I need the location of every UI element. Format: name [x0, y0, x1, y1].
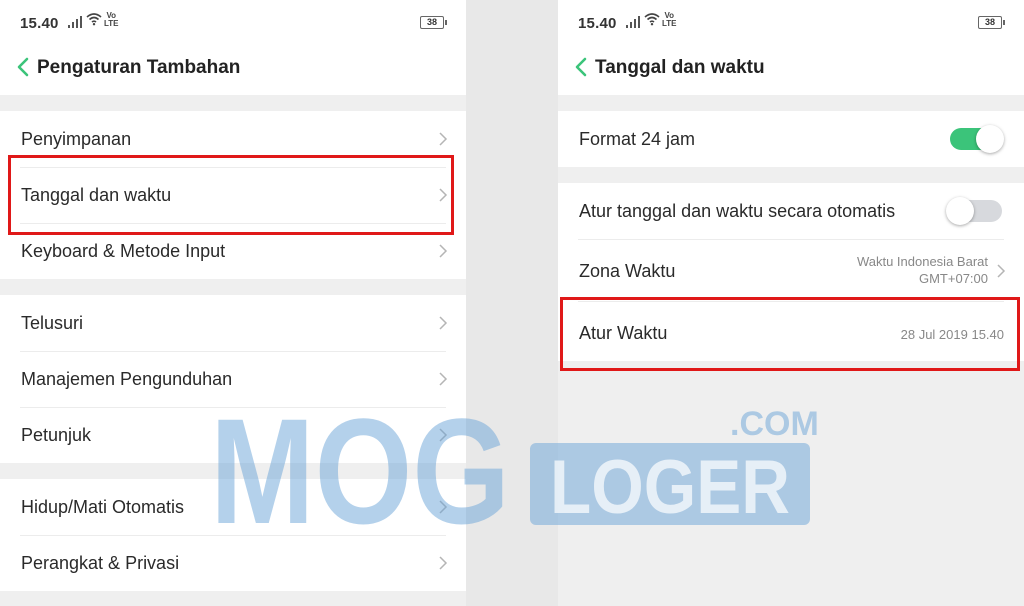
settings-group-3: Hidup/Mati Otomatis Perangkat & Privasi — [0, 479, 466, 591]
setting-label: Format 24 jam — [579, 129, 696, 149]
format-group: Format 24 jam — [558, 111, 1024, 167]
settings-group-1: Penyimpanan Tanggal dan waktu Keyboard &… — [0, 111, 466, 279]
setting-format-24h[interactable]: Format 24 jam — [558, 111, 1024, 167]
chevron-right-icon — [438, 187, 448, 203]
left-screen: 15.40 Vo LTE 38 Pengaturan Tambahan Penyi… — [0, 0, 466, 606]
back-arrow-icon[interactable] — [14, 52, 36, 82]
toggle-knob — [976, 125, 1004, 153]
setting-label: Manajemen Pengunduhan — [21, 369, 233, 389]
setting-auto-power[interactable]: Hidup/Mati Otomatis — [0, 479, 466, 535]
signal-icon — [68, 16, 82, 28]
chevron-right-icon — [438, 427, 448, 443]
page-title: Tanggal dan waktu — [595, 57, 765, 78]
back-arrow-icon[interactable] — [572, 52, 594, 82]
chevron-right-icon — [438, 243, 448, 259]
volte-icon: Vo LTE — [104, 11, 119, 28]
status-bar: 15.40 Vo LTE 38 — [0, 0, 466, 44]
setting-label: Petunjuk — [21, 425, 92, 445]
format-24h-toggle[interactable] — [950, 125, 1004, 153]
page-title: Pengaturan Tambahan — [37, 57, 241, 78]
right-screen: 15.40 Vo LTE 38 Tanggal dan waktu Format … — [558, 0, 1024, 606]
setting-keyboard-input[interactable]: Keyboard & Metode Input — [0, 223, 466, 279]
title-bar: Tanggal dan waktu — [558, 44, 1024, 95]
time-group: Atur tanggal dan waktu secara otomatis Z… — [558, 183, 1024, 361]
status-time: 15.40 — [578, 15, 617, 32]
setting-tips[interactable]: Petunjuk — [0, 407, 466, 463]
chevron-right-icon — [438, 371, 448, 387]
title-bar: Pengaturan Tambahan — [0, 44, 466, 95]
setting-label: Perangkat & Privasi — [21, 553, 180, 573]
setting-label: Telusuri — [21, 313, 84, 333]
status-bar: 15.40 Vo LTE 38 — [558, 0, 1024, 44]
setting-date-time[interactable]: Tanggal dan waktu — [0, 167, 466, 223]
setting-label: Hidup/Mati Otomatis — [21, 497, 185, 517]
setting-label: Penyimpanan — [21, 129, 132, 149]
setting-label: Zona Waktu — [579, 261, 676, 281]
chevron-right-icon — [438, 315, 448, 331]
set-time-value: 28 Jul 2019 15.40 — [900, 327, 1004, 342]
setting-label: Atur Waktu — [579, 323, 668, 343]
setting-auto-time[interactable]: Atur tanggal dan waktu secara otomatis — [558, 183, 1024, 239]
setting-label: Atur tanggal dan waktu secara otomatis — [579, 201, 896, 221]
setting-set-time[interactable]: Atur Waktu 28 Jul 2019 15.40 — [558, 301, 1024, 361]
timezone-value: Waktu Indonesia Barat GMT+07:00 — [856, 254, 988, 286]
status-time: 15.40 — [20, 15, 59, 32]
chevron-right-icon — [438, 499, 448, 515]
signal-icon — [626, 16, 640, 28]
setting-device-privacy[interactable]: Perangkat & Privasi — [0, 535, 466, 591]
wifi-icon — [86, 12, 102, 30]
setting-storage[interactable]: Penyimpanan — [0, 111, 466, 167]
wifi-icon — [644, 12, 660, 30]
battery-icon: 38 — [978, 16, 1005, 29]
setting-timezone[interactable]: Zona Waktu Waktu Indonesia Barat GMT+07:0… — [558, 239, 1024, 301]
settings-group-2: Telusuri Manajemen Pengunduhan Petunjuk — [0, 295, 466, 463]
toggle-knob — [946, 197, 974, 225]
chevron-right-icon — [438, 131, 448, 147]
chevron-right-icon — [438, 555, 448, 571]
setting-label: Tanggal dan waktu — [21, 185, 172, 205]
auto-time-toggle[interactable] — [946, 197, 1002, 225]
chevron-right-icon — [996, 263, 1006, 279]
setting-search[interactable]: Telusuri — [0, 295, 466, 351]
setting-download-manager[interactable]: Manajemen Pengunduhan — [0, 351, 466, 407]
volte-icon: Vo LTE — [662, 11, 677, 28]
setting-label: Keyboard & Metode Input — [21, 241, 226, 261]
battery-icon: 38 — [420, 16, 447, 29]
